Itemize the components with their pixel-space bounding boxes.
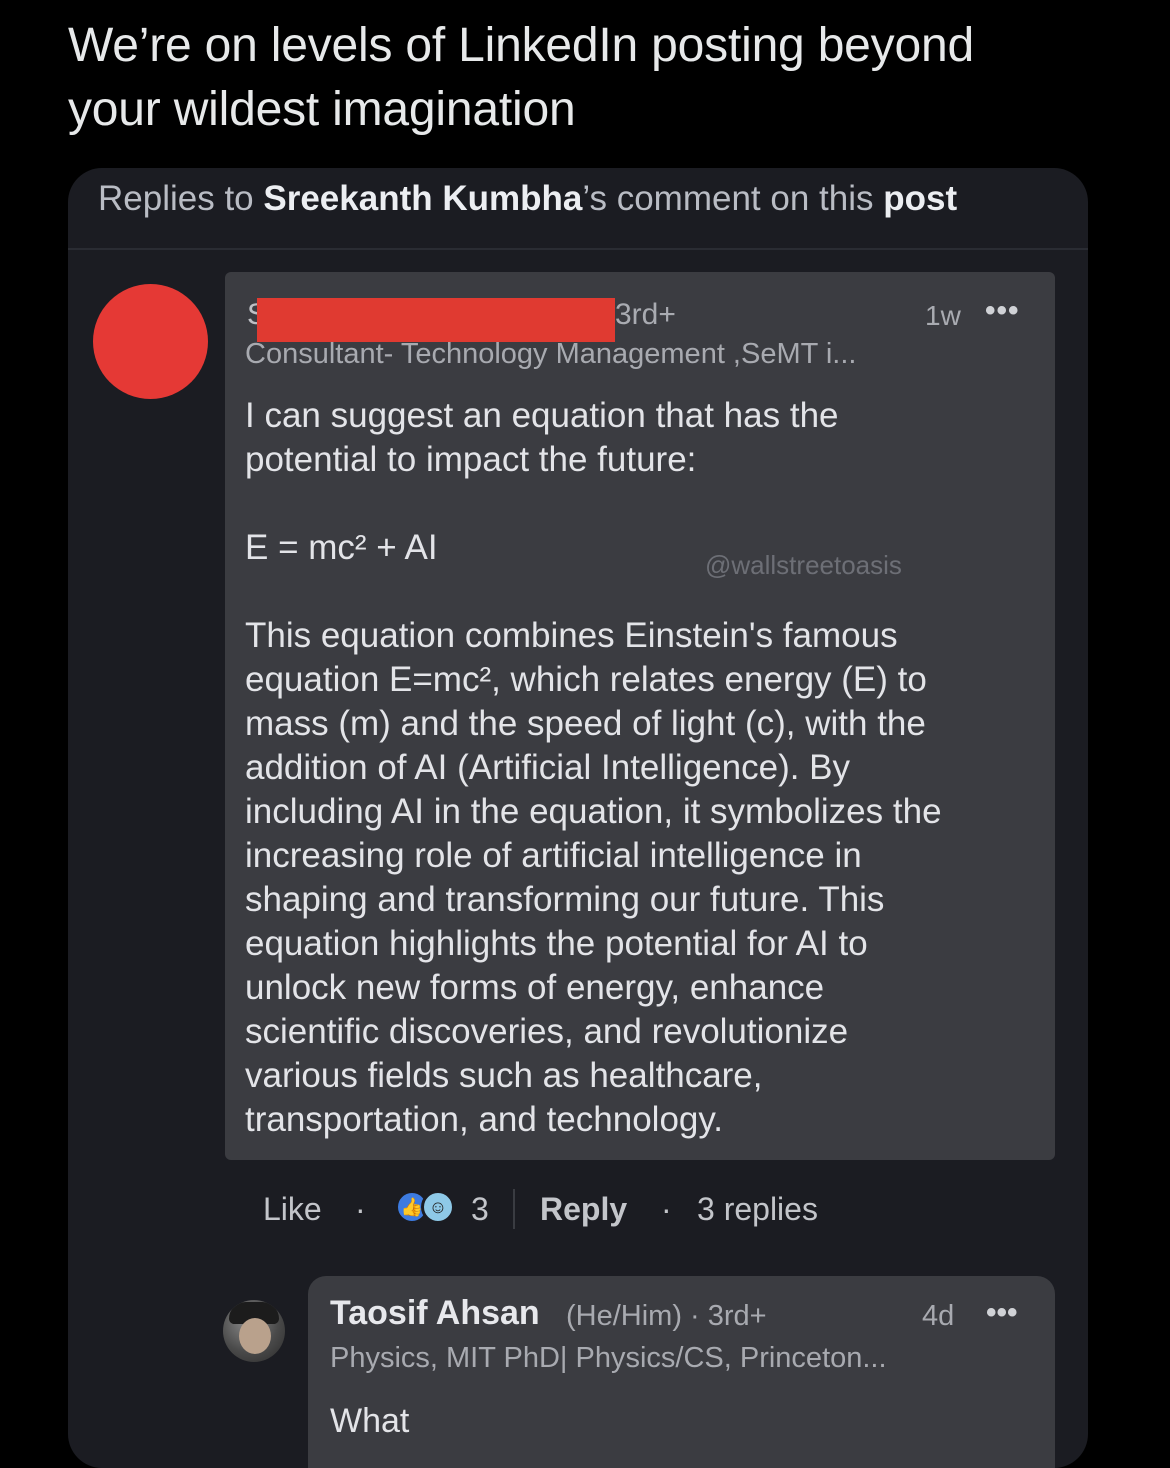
separator-dot: ·	[661, 1191, 672, 1227]
body-line: potential to impact the future:	[245, 440, 697, 479]
body-line: unlock new forms of energy, enhance	[245, 968, 825, 1007]
replies-count-link[interactable]: 3 replies	[697, 1184, 818, 1234]
reply-author-meta: (He/Him) · 3rd+	[566, 1300, 767, 1332]
reply-author-avatar[interactable]	[223, 1300, 285, 1362]
reply-author-name[interactable]: Taosif Ahsan	[330, 1294, 540, 1333]
more-options-icon[interactable]: •••	[985, 294, 1020, 328]
body-line: increasing role of artificial intelligen…	[245, 836, 862, 875]
body-line: equation E=mc², which relates energy (E)…	[245, 660, 927, 699]
body-line: transportation, and technology.	[245, 1100, 724, 1139]
body-line: scientific discoveries, and revolutioniz…	[245, 1012, 849, 1051]
tweet-text: We’re on levels of LinkedIn posting beyo…	[68, 14, 1108, 142]
tweet-line-1: We’re on levels of LinkedIn posting beyo…	[68, 19, 974, 72]
body-line: equation highlights the potential for AI…	[245, 924, 868, 963]
header-prefix: Replies to	[98, 179, 264, 218]
comment-body: I can suggest an equation that has the p…	[245, 394, 1035, 1142]
body-line: I can suggest an equation that has the	[245, 396, 839, 435]
reaction-count[interactable]: 3	[471, 1184, 489, 1234]
body-line: mass (m) and the speed of light (c), wit…	[245, 704, 926, 743]
connection-degree: 3rd+	[615, 298, 676, 331]
header-name[interactable]: Sreekanth Kumbha	[263, 179, 582, 218]
comment-time: 1w	[925, 300, 961, 331]
reply-time: 4d	[922, 1300, 955, 1332]
body-line: various fields such as healthcare,	[245, 1056, 763, 1095]
author-headline: Consultant- Technology Management ,SeMT …	[245, 338, 857, 370]
funny-reaction-icon: ☺	[421, 1190, 455, 1224]
body-line: This equation combines Einstein's famous	[245, 616, 898, 655]
equation: E = mc² + AI	[245, 528, 438, 567]
header-post-link[interactable]: post	[883, 179, 957, 218]
body-line: shaping and transforming our future. Thi…	[245, 880, 885, 919]
like-button[interactable]: Like	[263, 1184, 322, 1234]
reply-body: What	[330, 1402, 410, 1440]
header-mid: ’s comment on this	[582, 179, 884, 218]
embedded-screenshot-card: Replies to Sreekanth Kumbha’s comment on…	[68, 168, 1088, 1468]
reply-more-options-icon[interactable]: •••	[986, 1296, 1018, 1330]
redacted-author-name	[257, 298, 615, 342]
reply-box: Taosif Ahsan (He/Him) · 3rd+ 4d ••• Phys…	[308, 1276, 1055, 1468]
replies-header: Replies to Sreekanth Kumbha’s comment on…	[98, 174, 957, 224]
card-header: Replies to Sreekanth Kumbha’s comment on…	[68, 168, 1088, 250]
comment-box: S 3rd+ 1w ••• Consultant- Technology Man…	[225, 272, 1055, 1160]
reply-author-headline: Physics, MIT PhD| Physics/CS, Princeton.…	[330, 1342, 887, 1374]
tweet-line-2: your wildest imagination	[68, 83, 576, 136]
redacted-avatar[interactable]	[93, 284, 208, 399]
watermark: @wallstreetoasis	[705, 550, 902, 580]
body-line: addition of AI (Artificial Intelligence)…	[245, 748, 851, 787]
reply-button[interactable]: Reply	[540, 1184, 627, 1234]
separator-dot: ·	[355, 1191, 366, 1227]
divider	[513, 1189, 515, 1229]
body-line: including AI in the equation, it symboli…	[245, 792, 942, 831]
